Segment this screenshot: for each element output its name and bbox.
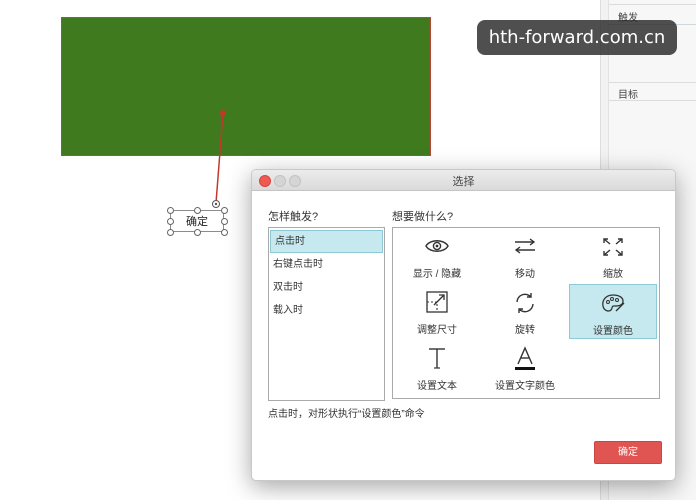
button-shape-label: 确定 [186, 216, 208, 228]
eye-icon [393, 236, 481, 260]
action-grid: 显示 / 隐藏 移动 缩放 调整尺寸 旋转 设置颜色 设置文本 设置文字颜色 [392, 227, 660, 399]
action-label: 设置文本 [417, 381, 457, 392]
dialog-title: 选择 [452, 176, 475, 188]
action-rotate[interactable]: 旋转 [481, 284, 569, 339]
choose-action-dialog: 选择 怎样触发? 想要做什么? 点击时 右键点击时 双击时 载入时 显示 / 隐… [251, 169, 676, 481]
action-resize[interactable]: 调整尺寸 [393, 284, 481, 339]
trigger-item-double-click[interactable]: 双击时 [269, 276, 384, 299]
action-show-hide[interactable]: 显示 / 隐藏 [393, 228, 481, 283]
selection-handle[interactable] [221, 218, 228, 225]
selection-handle[interactable] [194, 207, 201, 214]
connector-line [215, 112, 224, 204]
action-set-text[interactable]: 设置文本 [393, 340, 481, 395]
selection-handle[interactable] [194, 229, 201, 236]
selection-handle[interactable] [167, 229, 174, 236]
trigger-heading: 怎样触发? [268, 211, 319, 223]
move-arrows-icon [481, 236, 569, 260]
action-label: 显示 / 隐藏 [412, 269, 462, 280]
rotate-icon [481, 292, 569, 316]
action-label: 旋转 [515, 325, 535, 336]
selection-handle[interactable] [167, 218, 174, 225]
expand-icon [569, 236, 657, 260]
action-set-text-color[interactable]: 设置文字颜色 [481, 340, 569, 395]
selection-handle[interactable] [221, 229, 228, 236]
resize-icon [393, 290, 481, 314]
watermark: hth-forward.com.cn [477, 20, 677, 55]
trigger-item-load[interactable]: 载入时 [269, 299, 384, 322]
action-description: 点击时，对形状执行“设置颜色”命令 [268, 409, 425, 420]
action-label: 移动 [515, 269, 535, 280]
trigger-list[interactable]: 点击时 右键点击时 双击时 载入时 [268, 227, 385, 401]
text-color-icon [481, 346, 569, 370]
target-section-label: 目标 [618, 90, 638, 101]
action-label: 设置颜色 [593, 326, 633, 337]
action-label: 设置文字颜色 [495, 381, 555, 392]
action-label: 缩放 [603, 269, 623, 280]
action-move[interactable]: 移动 [481, 228, 569, 283]
trigger-item-right-click[interactable]: 右键点击时 [269, 253, 384, 276]
action-set-color[interactable]: 设置颜色 [569, 284, 657, 339]
palette-icon [570, 293, 656, 317]
connector-target-dot [220, 110, 226, 116]
action-scale[interactable]: 缩放 [569, 228, 657, 283]
text-icon [393, 346, 481, 370]
dialog-titlebar: 选择 [252, 170, 675, 191]
action-heading: 想要做什么? [392, 211, 454, 223]
confirm-button[interactable]: 确定 [594, 441, 662, 464]
trigger-item-click[interactable]: 点击时 [270, 230, 383, 253]
action-label: 调整尺寸 [417, 325, 457, 336]
selection-handle[interactable] [167, 207, 174, 214]
selection-handle[interactable] [221, 207, 228, 214]
